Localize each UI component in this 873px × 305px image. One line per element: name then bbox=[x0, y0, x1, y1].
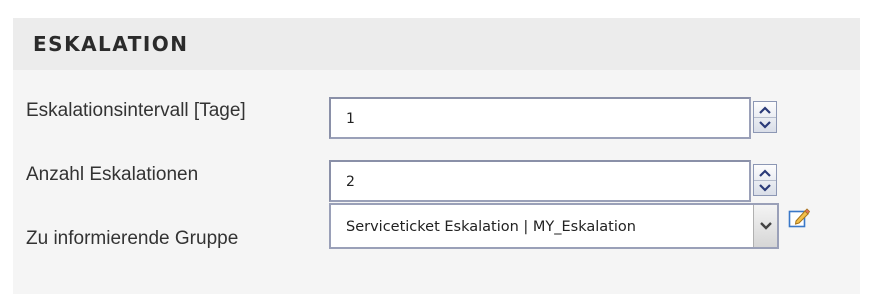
chevron-down-icon bbox=[759, 120, 771, 129]
escalation-interval-increment-button[interactable] bbox=[754, 102, 776, 118]
panel-title: ESKALATION bbox=[33, 32, 189, 56]
escalation-interval-spinner[interactable] bbox=[753, 101, 777, 133]
pencil-edit-icon[interactable] bbox=[788, 207, 811, 229]
chevron-down-icon bbox=[759, 183, 771, 192]
chevron-up-icon bbox=[759, 105, 771, 114]
escalation-count-increment-button[interactable] bbox=[754, 165, 776, 181]
notify-group-select[interactable]: Serviceticket Eskalation | MY_Eskalation bbox=[329, 203, 779, 249]
chevron-up-icon bbox=[759, 168, 771, 177]
escalation-count-value: 2 bbox=[346, 174, 355, 190]
escalation-interval-decrement-button[interactable] bbox=[754, 117, 776, 132]
escalation-count-input[interactable]: 2 bbox=[329, 160, 751, 202]
escalation-count-label: Anzahl Eskalationen bbox=[26, 164, 199, 185]
panel-header: ESKALATION bbox=[13, 18, 860, 70]
escalation-interval-label: Eskalationsintervall [Tage] bbox=[26, 100, 246, 121]
escalation-panel: ESKALATION bbox=[13, 18, 860, 294]
notify-group-label: Zu informierende Gruppe bbox=[26, 228, 239, 249]
escalation-interval-value: 1 bbox=[346, 111, 355, 127]
edit-icon-graphic bbox=[788, 208, 811, 228]
escalation-count-decrement-button[interactable] bbox=[754, 180, 776, 195]
escalation-interval-input[interactable]: 1 bbox=[329, 97, 751, 139]
chevron-down-icon bbox=[759, 222, 772, 230]
notify-group-selected-value: Serviceticket Eskalation | MY_Eskalation bbox=[346, 219, 636, 235]
notify-group-dropdown-button[interactable] bbox=[753, 205, 777, 247]
escalation-count-spinner[interactable] bbox=[753, 164, 777, 196]
